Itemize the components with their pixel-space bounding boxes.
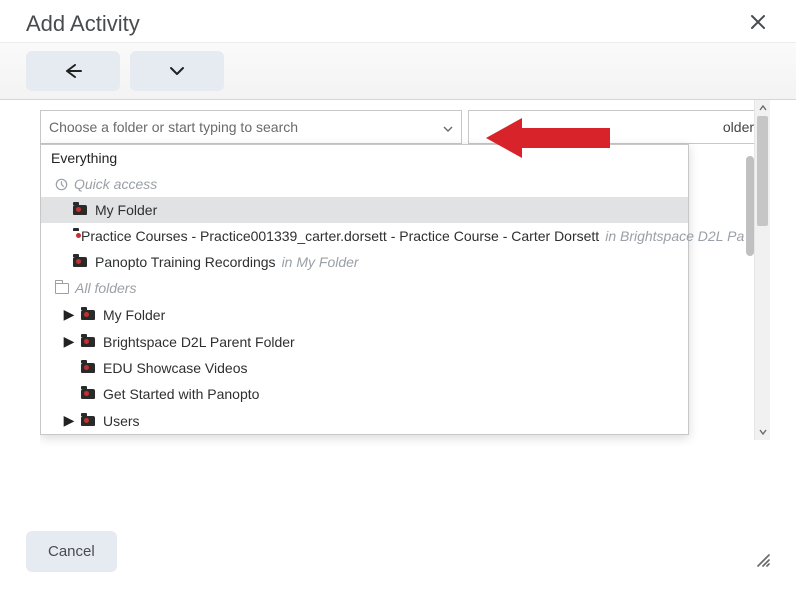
search-row: Choose a folder or start typing to searc… [40,110,770,144]
folder-picker-container: Choose a folder or start typing to searc… [40,110,770,450]
modal-footer: Cancel [0,515,796,596]
tree-item-my-folder[interactable]: ▶ My Folder [41,301,688,328]
expand-icon[interactable]: ▶ [63,412,75,429]
expand-icon[interactable]: ▶ [63,333,75,350]
cancel-button[interactable]: Cancel [26,531,117,572]
dropdown-scrollbar-thumb[interactable] [746,156,754,256]
toolbar [0,42,796,100]
folder-icon [81,337,95,347]
folder-icon [73,257,87,267]
folder-search-combo[interactable]: Choose a folder or start typing to searc… [40,110,462,144]
chevron-down-icon [169,66,185,76]
dropdown-all-folders-header: All folders [41,275,688,301]
quick-item-label: Practice Courses - Practice001339_carter… [81,228,599,244]
content-area: Choose a folder or start typing to searc… [0,100,796,460]
quick-item-sublabel: in Brightspace D2L Pa [605,228,744,244]
scrollbar-track[interactable] [755,116,770,424]
close-icon [750,14,766,30]
quick-item-panopto-training[interactable]: Panopto Training Recordings in My Folder [41,249,688,275]
folder-icon [81,389,95,399]
modal-header: Add Activity [0,0,796,42]
clock-icon [55,178,68,191]
folder-outline-icon [55,283,69,294]
combo-caret-icon [443,119,453,135]
dropdown-quick-access-header: Quick access [41,171,688,197]
tree-item-label: Users [103,413,140,429]
quick-item-label: Panopto Training Recordings [95,254,276,270]
add-activity-modal: Add Activity Choose a folder or start ty… [0,0,796,596]
folder-icon [81,416,95,426]
resize-grip[interactable] [754,551,770,572]
context-menu-button[interactable] [130,51,224,91]
tree-item-label: Brightspace D2L Parent Folder [103,334,295,350]
quick-item-practice-course[interactable]: Practice Courses - Practice001339_carter… [41,223,688,249]
folder-icon [81,310,95,320]
folder-icon [81,363,95,373]
folder-dropdown: Everything Quick access My Folder Practi… [40,144,689,435]
content-scrollbar[interactable] [754,100,770,440]
quick-item-label: My Folder [95,202,157,218]
expand-icon[interactable]: ▶ [63,306,75,323]
resize-grip-icon [754,551,770,567]
tree-item-label: My Folder [103,307,165,323]
quick-item-sublabel: in My Folder [282,254,359,270]
dropdown-everything[interactable]: Everything [41,145,688,171]
arrow-left-icon [63,64,83,78]
tree-item-label: Get Started with Panopto [103,386,259,402]
tree-item-users[interactable]: ▶ Users [41,407,688,434]
quick-item-my-folder[interactable]: My Folder [41,197,688,223]
chevron-up-icon [759,105,767,111]
tree-item-label: EDU Showcase Videos [103,360,247,376]
folder-path-display: older" [468,110,770,144]
tree-item-brightspace[interactable]: ▶ Brightspace D2L Parent Folder [41,328,688,355]
tree-item-edu-showcase[interactable]: EDU Showcase Videos [41,355,688,381]
back-button[interactable] [26,51,120,91]
scroll-down-button[interactable] [755,424,770,440]
folder-icon [73,205,87,215]
tree-item-get-started[interactable]: Get Started with Panopto [41,381,688,407]
scroll-up-button[interactable] [755,100,770,116]
close-button[interactable] [746,10,770,38]
folder-search-placeholder: Choose a folder or start typing to searc… [49,119,298,135]
scrollbar-thumb[interactable] [757,116,768,226]
modal-title: Add Activity [26,11,140,37]
chevron-down-icon [759,429,767,435]
